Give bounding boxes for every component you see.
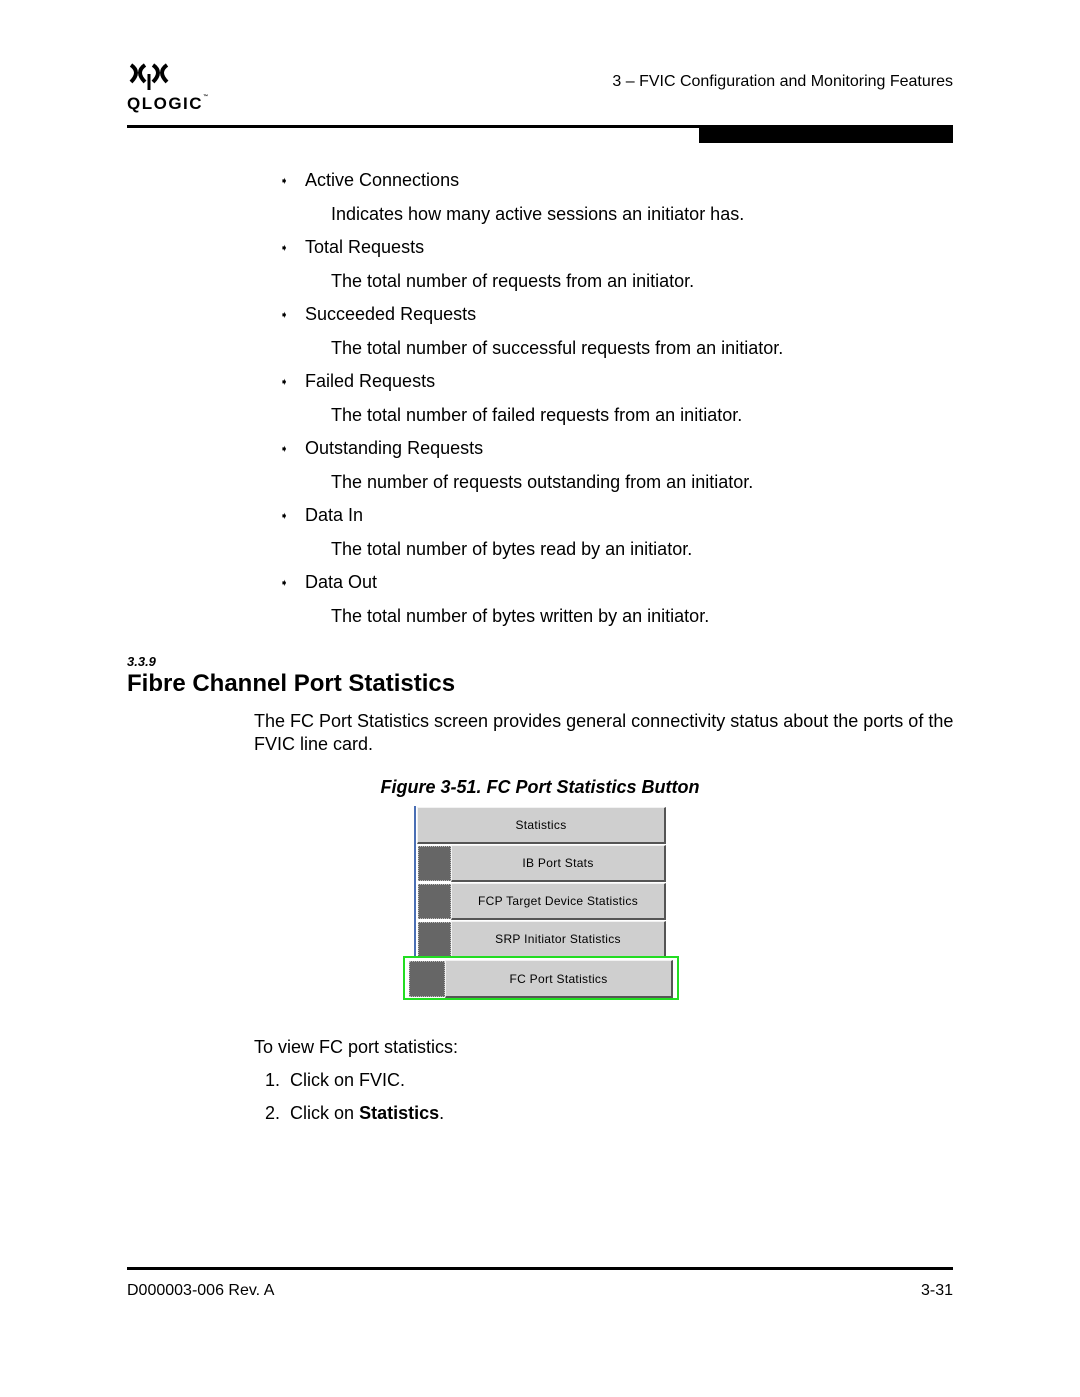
logo-text: QLOGIC <box>127 94 204 113</box>
arrow-bullet-icon: ➧ <box>280 577 289 589</box>
arrow-bullet-icon: ➧ <box>280 242 289 254</box>
section-title: Fibre Channel Port Statistics <box>127 670 456 697</box>
bullet-item: ➧ Outstanding Requests <box>280 438 483 459</box>
bullet-desc: The total number of bytes written by an … <box>331 606 710 626</box>
fc-port-indicator <box>409 961 445 997</box>
qlogic-logo: QLOGIC™ <box>127 62 217 117</box>
trademark: ™ <box>203 94 209 100</box>
bullet-term: Data Out <box>305 572 378 592</box>
bullet-desc: The total number of failed requests from… <box>331 405 743 425</box>
step-item: 2. Click on Statistics. <box>265 1103 444 1124</box>
figure-caption: Figure 3-51. FC Port Statistics Button <box>380 777 700 797</box>
fc-port-statistics-button[interactable]: FC Port Statistics <box>445 960 673 998</box>
bullet-item: ➧ Data In <box>280 505 363 526</box>
arrow-bullet-icon: ➧ <box>280 309 289 321</box>
footer-rule <box>127 1267 953 1270</box>
bullet-item: ➧ Total Requests <box>280 237 424 258</box>
document-id: D000003-006 Rev. A <box>127 1282 275 1299</box>
bullet-desc: The total number of successful requests … <box>331 338 784 358</box>
fcp-target-indicator <box>418 884 451 919</box>
header-rule-bar <box>699 125 953 143</box>
bullet-desc: The number of requests outstanding from … <box>331 472 754 492</box>
bullet-term: Outstanding Requests <box>305 438 484 458</box>
step-bold-term: Statistics <box>359 1103 440 1123</box>
bullet-item: ➧ Failed Requests <box>280 371 435 392</box>
bullet-term: Total Requests <box>305 237 425 257</box>
ib-port-stats-button[interactable]: IB Port Stats <box>451 845 666 882</box>
bullet-term: Failed Requests <box>305 371 436 391</box>
arrow-bullet-icon: ➧ <box>280 443 289 455</box>
arrow-bullet-icon: ➧ <box>280 175 289 187</box>
bullet-desc: The total number of bytes read by an ini… <box>331 539 693 559</box>
steps-intro: To view FC port statistics: <box>254 1037 459 1057</box>
step-item: 1. Click on FVIC. <box>265 1070 405 1091</box>
section-number: 3.3.9 <box>127 654 156 669</box>
statistics-button[interactable]: Statistics <box>417 807 666 844</box>
step-text: Click on FVIC. <box>290 1070 406 1090</box>
step-number: 1. <box>265 1070 281 1090</box>
fcp-target-device-statistics-button[interactable]: FCP Target Device Statistics <box>451 883 666 920</box>
page-number: 3-31 <box>920 1282 953 1299</box>
tree-line <box>414 806 416 956</box>
srp-initiator-indicator <box>418 922 451 957</box>
bullet-desc: Indicates how many active sessions an in… <box>331 204 745 224</box>
qlogic-logo-icon <box>129 63 169 90</box>
bullet-term: Active Connections <box>305 170 460 190</box>
arrow-bullet-icon: ➧ <box>280 376 289 388</box>
bullet-term: Succeeded Requests <box>305 304 477 324</box>
chapter-title: 3 – FVIC Configuration and Monitoring Fe… <box>612 73 953 90</box>
bullet-term: Data In <box>305 505 364 525</box>
arrow-bullet-icon: ➧ <box>280 510 289 522</box>
srp-initiator-statistics-button[interactable]: SRP Initiator Statistics <box>451 921 666 958</box>
section-paragraph: The FC Port Statistics screen provides g… <box>254 711 954 754</box>
bullet-item: ➧ Active Connections <box>280 170 459 191</box>
ib-port-stats-indicator <box>418 846 451 881</box>
bullet-item: ➧ Data Out <box>280 572 377 593</box>
statistics-menu: Statistics IB Port Stats FCP Target Devi… <box>403 806 679 1002</box>
selection-highlight: FC Port Statistics <box>403 956 679 1000</box>
bullet-item: ➧ Succeeded Requests <box>280 304 476 325</box>
step-text: Click on <box>290 1103 360 1123</box>
step-number: 2. <box>265 1103 281 1123</box>
step-tail: . <box>439 1103 445 1123</box>
bullet-desc: The total number of requests from an ini… <box>331 271 695 291</box>
